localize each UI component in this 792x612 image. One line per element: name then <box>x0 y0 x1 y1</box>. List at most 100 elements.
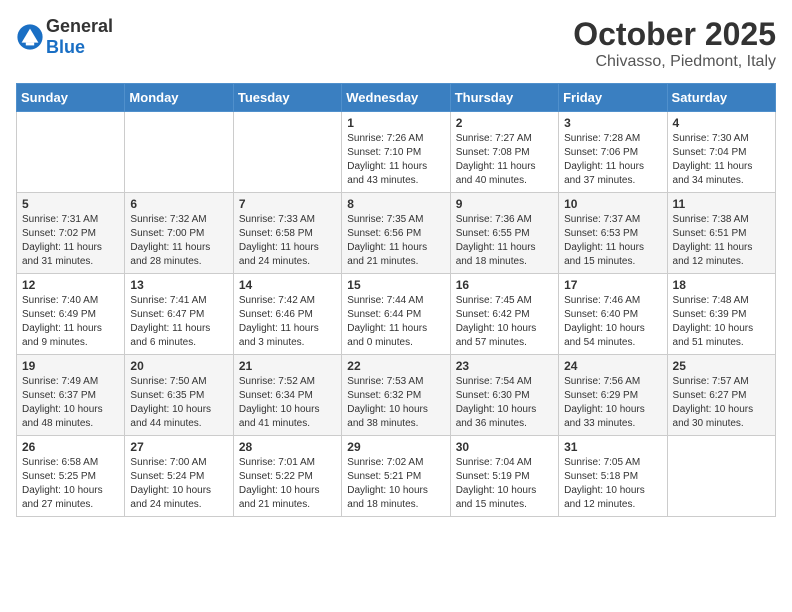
day-number: 29 <box>347 440 444 454</box>
day-number: 4 <box>673 116 770 130</box>
day-number: 14 <box>239 278 336 292</box>
calendar-cell: 4 Sunrise: 7:30 AM Sunset: 7:04 PM Daylig… <box>667 112 775 193</box>
day-number: 8 <box>347 197 444 211</box>
day-info: Sunrise: 7:26 AM Sunset: 7:10 PM Dayligh… <box>347 132 444 188</box>
calendar-cell: 13Sunrise: 7:41 AM Sunset: 6:47 PM Dayli… <box>125 274 233 355</box>
calendar-cell <box>667 436 775 517</box>
logo-blue-text: Blue <box>46 37 85 57</box>
day-info: Sunrise: 7:01 AM Sunset: 5:22 PM Dayligh… <box>239 456 336 512</box>
weekday-header: Friday <box>559 84 667 112</box>
day-info: Sunrise: 7:44 AM Sunset: 6:44 PM Dayligh… <box>347 294 444 350</box>
day-number: 18 <box>673 278 770 292</box>
weekday-header: Monday <box>125 84 233 112</box>
logo-icon <box>16 23 44 51</box>
calendar-cell: 14 Sunrise: 7:42 AM Sunset: 6:46 PM Dayli… <box>233 274 341 355</box>
day-info: Sunrise: 7:50 AM Sunset: 6:35 PM Dayligh… <box>130 375 227 431</box>
title-block: October 2025 Chivasso, Piedmont, Italy <box>573 16 776 71</box>
day-info: Sunrise: 7:37 AM Sunset: 6:53 PM Dayligh… <box>564 213 661 269</box>
day-number: 1 <box>347 116 444 130</box>
day-number: 23 <box>456 359 553 373</box>
day-number: 25 <box>673 359 770 373</box>
day-number: 31 <box>564 440 661 454</box>
day-number: 26 <box>22 440 119 454</box>
page-header: General Blue October 2025 Chivasso, Pied… <box>16 16 776 71</box>
calendar-cell: 21 Sunrise: 7:52 AM Sunset: 6:34 PM Dayli… <box>233 355 341 436</box>
day-number: 13 <box>130 278 227 292</box>
calendar-week-row: 19 Sunrise: 7:49 AM Sunset: 6:37 PM Dayli… <box>17 355 776 436</box>
day-info: Sunrise: 7:38 AM Sunset: 6:51 PM Dayligh… <box>673 213 770 269</box>
calendar-cell: 25 Sunrise: 7:57 AM Sunset: 6:27 PM Dayli… <box>667 355 775 436</box>
day-info: Sunrise: 7:52 AM Sunset: 6:34 PM Dayligh… <box>239 375 336 431</box>
calendar-cell <box>17 112 125 193</box>
day-number: 19 <box>22 359 119 373</box>
day-info: Sunrise: 7:57 AM Sunset: 6:27 PM Dayligh… <box>673 375 770 431</box>
calendar-cell: 31 Sunrise: 7:05 AM Sunset: 5:18 PM Dayli… <box>559 436 667 517</box>
calendar-cell: 28 Sunrise: 7:01 AM Sunset: 5:22 PM Dayli… <box>233 436 341 517</box>
day-number: 22 <box>347 359 444 373</box>
weekday-header: Sunday <box>17 84 125 112</box>
day-info: Sunrise: 7:56 AM Sunset: 6:29 PM Dayligh… <box>564 375 661 431</box>
day-number: 6 <box>130 197 227 211</box>
day-number: 21 <box>239 359 336 373</box>
calendar-cell: 22Sunrise: 7:53 AM Sunset: 6:32 PM Dayli… <box>342 355 450 436</box>
day-info: Sunrise: 7:30 AM Sunset: 7:04 PM Dayligh… <box>673 132 770 188</box>
calendar-week-row: 26 Sunrise: 6:58 AM Sunset: 5:25 PM Dayli… <box>17 436 776 517</box>
day-info: Sunrise: 7:31 AM Sunset: 7:02 PM Dayligh… <box>22 213 119 269</box>
day-number: 24 <box>564 359 661 373</box>
calendar-cell: 29 Sunrise: 7:02 AM Sunset: 5:21 PM Dayli… <box>342 436 450 517</box>
calendar-cell <box>125 112 233 193</box>
calendar-cell: 3Sunrise: 7:28 AM Sunset: 7:06 PM Daylig… <box>559 112 667 193</box>
day-number: 9 <box>456 197 553 211</box>
day-info: Sunrise: 7:04 AM Sunset: 5:19 PM Dayligh… <box>456 456 553 512</box>
weekday-header: Thursday <box>450 84 558 112</box>
weekday-header-row: SundayMondayTuesdayWednesdayThursdayFrid… <box>17 84 776 112</box>
day-number: 28 <box>239 440 336 454</box>
day-info: Sunrise: 7:36 AM Sunset: 6:55 PM Dayligh… <box>456 213 553 269</box>
day-number: 5 <box>22 197 119 211</box>
calendar-cell: 16 Sunrise: 7:45 AM Sunset: 6:42 PM Dayli… <box>450 274 558 355</box>
calendar-cell: 24 Sunrise: 7:56 AM Sunset: 6:29 PM Dayli… <box>559 355 667 436</box>
calendar-cell: 19 Sunrise: 7:49 AM Sunset: 6:37 PM Dayli… <box>17 355 125 436</box>
calendar-cell: 7 Sunrise: 7:33 AM Sunset: 6:58 PM Daylig… <box>233 193 341 274</box>
weekday-header: Tuesday <box>233 84 341 112</box>
location-title: Chivasso, Piedmont, Italy <box>573 53 776 71</box>
calendar-cell: 27Sunrise: 7:00 AM Sunset: 5:24 PM Dayli… <box>125 436 233 517</box>
month-title: October 2025 <box>573 16 776 53</box>
day-info: Sunrise: 7:40 AM Sunset: 6:49 PM Dayligh… <box>22 294 119 350</box>
calendar-cell: 10Sunrise: 7:37 AM Sunset: 6:53 PM Dayli… <box>559 193 667 274</box>
day-info: Sunrise: 7:42 AM Sunset: 6:46 PM Dayligh… <box>239 294 336 350</box>
day-info: Sunrise: 7:02 AM Sunset: 5:21 PM Dayligh… <box>347 456 444 512</box>
day-number: 7 <box>239 197 336 211</box>
calendar-cell: 2Sunrise: 7:27 AM Sunset: 7:08 PM Daylig… <box>450 112 558 193</box>
day-info: Sunrise: 6:58 AM Sunset: 5:25 PM Dayligh… <box>22 456 119 512</box>
calendar-cell: 11 Sunrise: 7:38 AM Sunset: 6:51 PM Dayli… <box>667 193 775 274</box>
day-info: Sunrise: 7:48 AM Sunset: 6:39 PM Dayligh… <box>673 294 770 350</box>
calendar-cell: 8Sunrise: 7:35 AM Sunset: 6:56 PM Daylig… <box>342 193 450 274</box>
weekday-header: Saturday <box>667 84 775 112</box>
calendar-cell: 30Sunrise: 7:04 AM Sunset: 5:19 PM Dayli… <box>450 436 558 517</box>
day-number: 20 <box>130 359 227 373</box>
day-number: 11 <box>673 197 770 211</box>
day-number: 3 <box>564 116 661 130</box>
day-info: Sunrise: 7:45 AM Sunset: 6:42 PM Dayligh… <box>456 294 553 350</box>
calendar-cell: 6 Sunrise: 7:32 AM Sunset: 7:00 PM Daylig… <box>125 193 233 274</box>
day-info: Sunrise: 7:32 AM Sunset: 7:00 PM Dayligh… <box>130 213 227 269</box>
calendar-table: SundayMondayTuesdayWednesdayThursdayFrid… <box>16 83 776 517</box>
day-number: 17 <box>564 278 661 292</box>
calendar-cell: 17 Sunrise: 7:46 AM Sunset: 6:40 PM Dayli… <box>559 274 667 355</box>
calendar-cell <box>233 112 341 193</box>
day-number: 16 <box>456 278 553 292</box>
calendar-cell: 5 Sunrise: 7:31 AM Sunset: 7:02 PM Daylig… <box>17 193 125 274</box>
day-info: Sunrise: 7:46 AM Sunset: 6:40 PM Dayligh… <box>564 294 661 350</box>
day-info: Sunrise: 7:54 AM Sunset: 6:30 PM Dayligh… <box>456 375 553 431</box>
calendar-week-row: 12 Sunrise: 7:40 AM Sunset: 6:49 PM Dayli… <box>17 274 776 355</box>
day-info: Sunrise: 7:33 AM Sunset: 6:58 PM Dayligh… <box>239 213 336 269</box>
calendar-week-row: 1 Sunrise: 7:26 AM Sunset: 7:10 PM Daylig… <box>17 112 776 193</box>
calendar-week-row: 5 Sunrise: 7:31 AM Sunset: 7:02 PM Daylig… <box>17 193 776 274</box>
day-info: Sunrise: 7:49 AM Sunset: 6:37 PM Dayligh… <box>22 375 119 431</box>
calendar-cell: 15Sunrise: 7:44 AM Sunset: 6:44 PM Dayli… <box>342 274 450 355</box>
calendar-cell: 1 Sunrise: 7:26 AM Sunset: 7:10 PM Daylig… <box>342 112 450 193</box>
day-info: Sunrise: 7:05 AM Sunset: 5:18 PM Dayligh… <box>564 456 661 512</box>
calendar-cell: 26 Sunrise: 6:58 AM Sunset: 5:25 PM Dayli… <box>17 436 125 517</box>
day-number: 12 <box>22 278 119 292</box>
